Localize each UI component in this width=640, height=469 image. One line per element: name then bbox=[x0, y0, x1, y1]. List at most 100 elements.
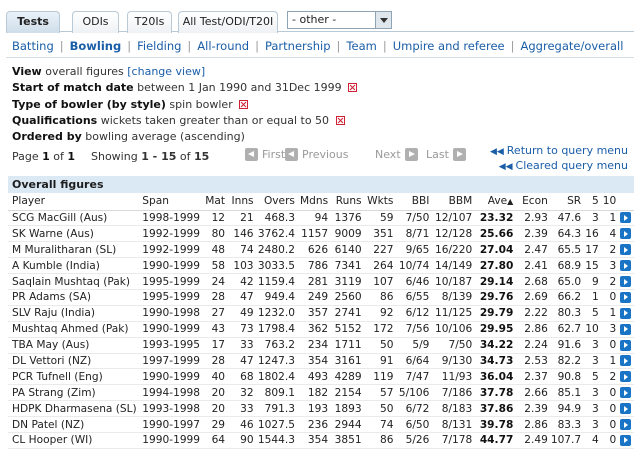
col-header-bbi[interactable]: BBI bbox=[396, 193, 433, 211]
play-arrow-icon[interactable] bbox=[620, 307, 631, 319]
play-arrow-icon[interactable] bbox=[620, 276, 631, 287]
cleared-query-menu-link[interactable]: ◀◀ Cleared query menu bbox=[490, 159, 628, 174]
cell-bbi: 6/72 bbox=[396, 400, 433, 418]
cell-runs: 3161 bbox=[331, 353, 365, 370]
format-select[interactable]: - other - bbox=[287, 11, 392, 29]
nav-partnership[interactable]: Partnership bbox=[265, 39, 331, 53]
cell-overs: 809.1 bbox=[256, 384, 298, 402]
cell-mat: 48 bbox=[200, 241, 229, 259]
cell-bbi: 5/106 bbox=[396, 384, 433, 402]
tab-tests[interactable]: Tests bbox=[6, 11, 60, 33]
cell-inns: 47 bbox=[228, 353, 257, 370]
query-links: ◀◀ Return to query menu ◀◀ Cleared query m… bbox=[490, 144, 628, 174]
play-arrow-icon[interactable] bbox=[620, 291, 631, 303]
nav-bowling[interactable]: Bowling bbox=[70, 39, 122, 53]
nav-separator: | bbox=[255, 39, 259, 53]
play-arrow-icon[interactable] bbox=[620, 228, 631, 240]
nav-fielding[interactable]: Fielding bbox=[137, 39, 181, 53]
cell-5w: 3 bbox=[584, 400, 602, 418]
cell-overs: 1247.3 bbox=[256, 353, 298, 370]
query-qual-label: Qualifications bbox=[12, 113, 98, 127]
play-arrow-icon[interactable] bbox=[620, 419, 631, 431]
col-header-ave[interactable]: Ave▲ bbox=[475, 193, 517, 211]
cell-span: 1993-1995 bbox=[138, 337, 201, 354]
col-header-econ[interactable]: Econ bbox=[516, 193, 551, 211]
table-row: A Kumble (India) 1990-1999 58 103 3033.5 786 7… bbox=[8, 257, 634, 275]
cell-span: 1992-1999 bbox=[138, 225, 201, 243]
col-header-wkts[interactable]: Wkts bbox=[364, 193, 397, 211]
col-header-mat[interactable]: Mat bbox=[200, 193, 229, 211]
remove-filter-icon[interactable] bbox=[348, 83, 358, 93]
page-of: of bbox=[53, 150, 64, 163]
first-page-button[interactable]: First bbox=[245, 148, 285, 161]
nav-all-round[interactable]: All-round bbox=[197, 39, 249, 53]
cell-bbm: 14/149 bbox=[432, 257, 476, 275]
cell-mat: 28 bbox=[200, 289, 229, 306]
cell-span: 1994-1998 bbox=[138, 384, 201, 402]
showing-total: 15 bbox=[194, 150, 210, 163]
cell-player: SLV Raju (India) bbox=[8, 305, 139, 322]
query-type-value: spin bowler bbox=[169, 97, 233, 111]
page-total: 1 bbox=[67, 150, 76, 163]
next-page-button[interactable]: Next bbox=[375, 148, 418, 161]
last-page-button[interactable]: Last bbox=[426, 148, 466, 161]
cell-mat: 29 bbox=[200, 416, 229, 433]
col-header-player[interactable]: Player bbox=[8, 193, 139, 211]
cell-span: 1997-1999 bbox=[138, 353, 201, 370]
cell-inns: 49 bbox=[228, 305, 257, 322]
play-arrow-icon[interactable] bbox=[620, 323, 631, 335]
tab-odis[interactable]: ODIs bbox=[72, 11, 119, 33]
nav-team[interactable]: Team bbox=[346, 39, 376, 53]
col-header-10w[interactable]: 10 bbox=[601, 193, 620, 211]
cell-player: A Kumble (India) bbox=[8, 257, 139, 275]
col-header-sr[interactable]: SR bbox=[550, 193, 585, 211]
play-arrow-icon[interactable] bbox=[620, 403, 631, 415]
col-header-inns[interactable]: Inns bbox=[228, 193, 257, 211]
cell-span: 1990-1999 bbox=[138, 432, 201, 449]
table-row: SLV Raju (India) 1990-1998 27 49 1232.0 357 27… bbox=[8, 305, 634, 322]
cell-mdns: 354 bbox=[297, 353, 332, 370]
cell-ave: 34.73 bbox=[475, 353, 517, 370]
col-header-5w[interactable]: 5 bbox=[584, 193, 602, 211]
table-header-row: Player Span Mat Inns Overs Mdns Runs Wkt… bbox=[8, 193, 634, 211]
cell-action bbox=[619, 225, 634, 243]
nav-aggregate-overall[interactable]: Aggregate/overall bbox=[521, 39, 624, 53]
col-header-span[interactable]: Span bbox=[138, 193, 201, 211]
col-header-overs[interactable]: Overs bbox=[256, 193, 298, 211]
play-arrow-icon[interactable] bbox=[620, 212, 631, 224]
nav-batting[interactable]: Batting bbox=[12, 39, 54, 53]
cell-runs: 6140 bbox=[331, 241, 365, 259]
cell-5w: 3 bbox=[584, 210, 602, 227]
page-prefix: Page bbox=[12, 150, 39, 163]
cell-5w: 17 bbox=[584, 241, 602, 259]
cell-5w: 15 bbox=[584, 257, 602, 275]
play-arrow-icon[interactable] bbox=[620, 387, 631, 399]
cell-ave: 34.22 bbox=[475, 337, 517, 354]
play-arrow-icon[interactable] bbox=[620, 244, 631, 256]
cell-ave: 25.66 bbox=[475, 225, 517, 243]
return-query-menu-link[interactable]: ◀◀ Return to query menu bbox=[490, 144, 628, 159]
cell-5w: 1 bbox=[584, 289, 602, 306]
change-view-link[interactable]: [change view] bbox=[127, 65, 205, 78]
tab-all-formats[interactable]: All Test/ODI/T20I bbox=[178, 11, 278, 33]
col-header-bbm[interactable]: BBM bbox=[432, 193, 476, 211]
col-header-runs[interactable]: Runs bbox=[331, 193, 365, 211]
cell-span: 1990-1999 bbox=[138, 368, 201, 386]
tab-t20is[interactable]: T20Is bbox=[127, 11, 172, 33]
play-arrow-icon[interactable] bbox=[620, 434, 631, 446]
cell-mat: 80 bbox=[200, 225, 229, 243]
play-arrow-icon[interactable] bbox=[620, 371, 631, 383]
play-arrow-icon[interactable] bbox=[620, 339, 631, 351]
query-view-value: overall figures bbox=[45, 65, 124, 78]
col-header-mdns[interactable]: Mdns bbox=[297, 193, 332, 211]
play-arrow-icon[interactable] bbox=[620, 355, 631, 367]
remove-filter-icon[interactable] bbox=[239, 99, 249, 109]
cell-10w: 1 bbox=[601, 210, 620, 227]
nav-umpire-referee[interactable]: Umpire and referee bbox=[393, 39, 505, 53]
cell-mdns: 354 bbox=[297, 432, 332, 449]
cell-sr: 85.1 bbox=[550, 384, 585, 402]
table-row: M Muralitharan (SL) 1992-1999 48 74 2480.2 62… bbox=[8, 241, 634, 259]
play-arrow-icon[interactable] bbox=[620, 260, 631, 272]
remove-filter-icon[interactable] bbox=[335, 115, 345, 125]
previous-page-button[interactable]: Previous bbox=[285, 148, 349, 161]
